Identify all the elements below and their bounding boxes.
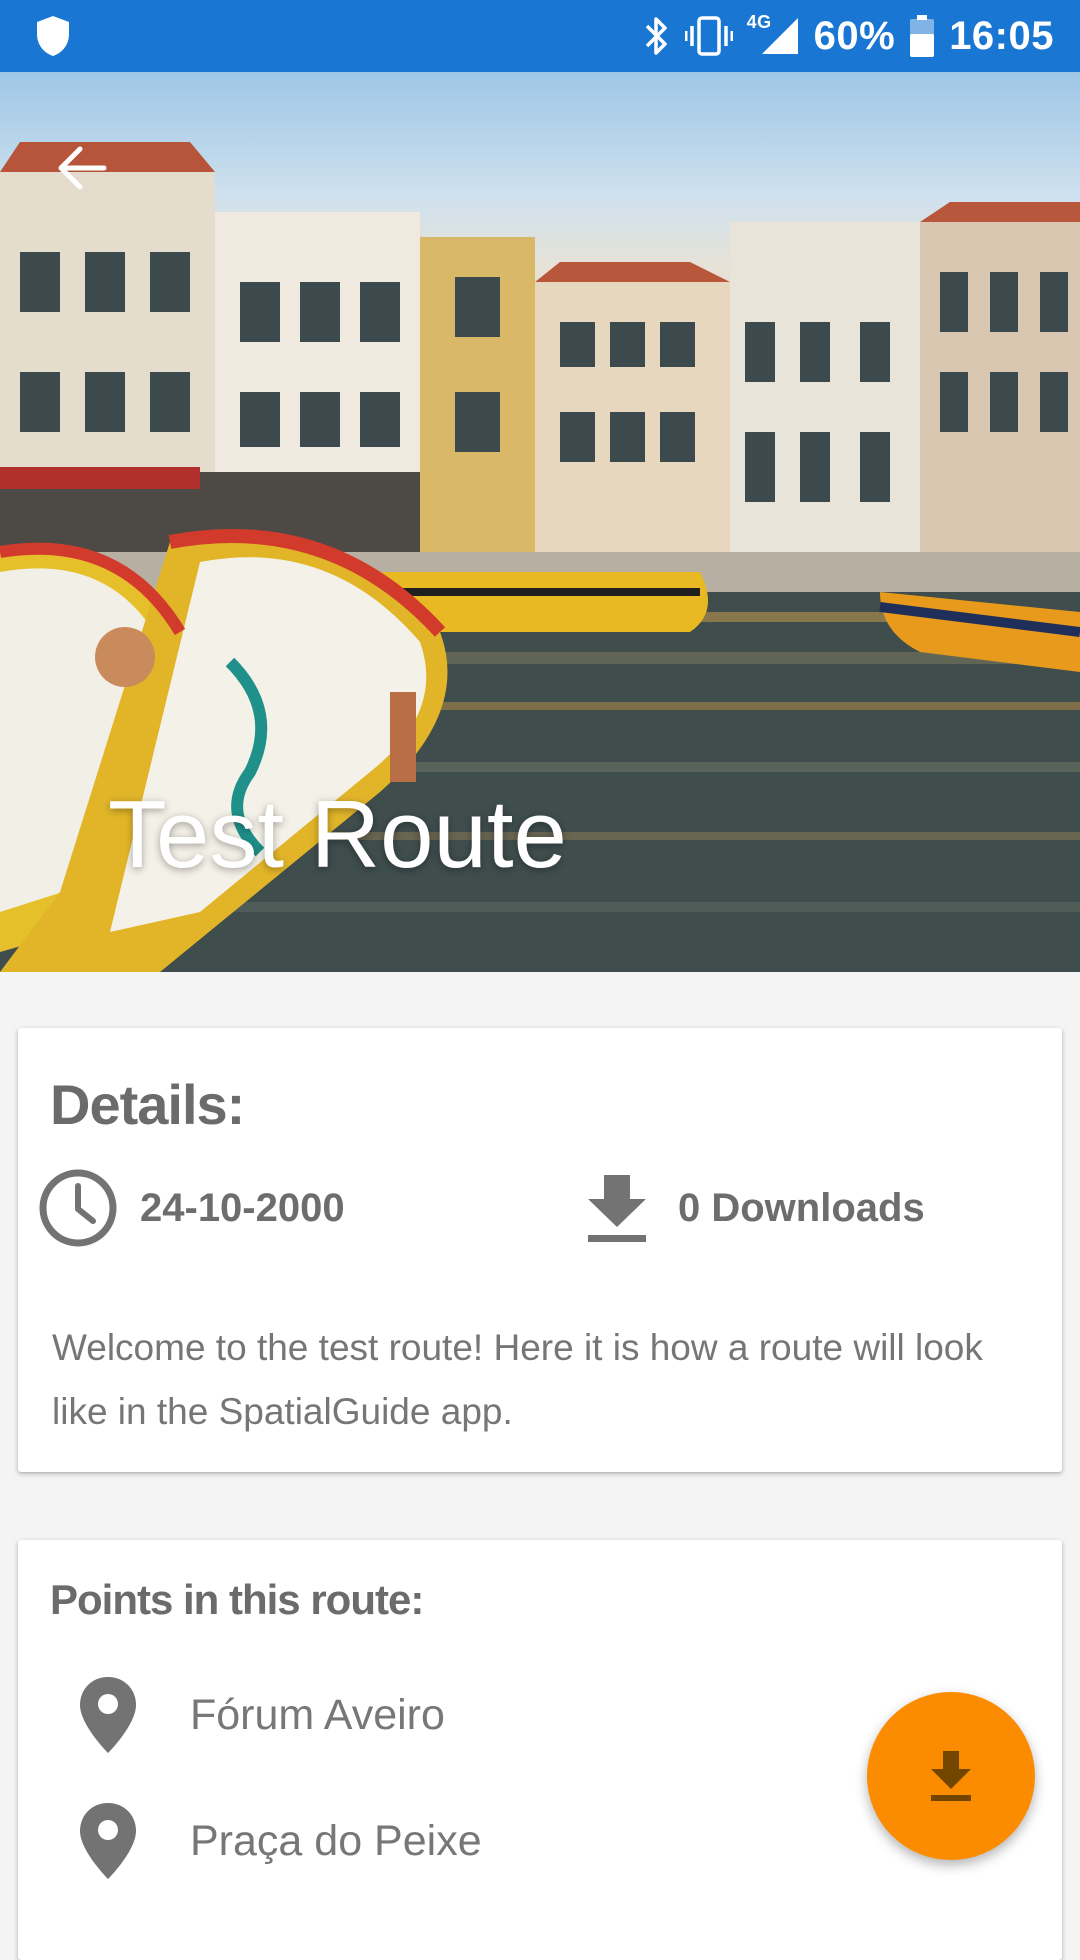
map-pin-icon	[80, 1677, 136, 1753]
details-card: Details: 24-10-2000 0 Downloads Welcome …	[18, 1028, 1062, 1472]
route-description: Welcome to the test route! Here it is ho…	[52, 1327, 983, 1432]
details-heading: Details:	[50, 1073, 245, 1136]
battery-icon	[909, 14, 935, 58]
point-label: Praça do Peixe	[190, 1816, 482, 1865]
download-fab-button[interactable]	[867, 1692, 1035, 1860]
status-bar: 4G 60% 16:05	[0, 0, 1080, 72]
download-icon	[931, 1751, 971, 1801]
shield-icon	[34, 14, 72, 63]
clock-icon	[39, 1169, 117, 1247]
point-item-forum-aveiro[interactable]: Fórum Aveiro	[78, 1670, 445, 1760]
hero-image: Test Route	[0, 72, 1080, 972]
point-label: Fórum Aveiro	[190, 1690, 445, 1739]
arrow-back-icon	[58, 146, 107, 190]
details-meta: 24-10-2000 0 Downloads	[38, 1168, 1042, 1248]
route-title: Test Route	[108, 781, 567, 888]
network-type: 4G	[746, 11, 772, 32]
date-info: 24-10-2000	[38, 1168, 345, 1248]
bluetooth-icon	[643, 14, 671, 58]
download-count: 0 Downloads	[678, 1185, 925, 1230]
back-button[interactable]	[44, 130, 120, 206]
points-heading: Points in this route:	[50, 1576, 424, 1623]
clock-time: 16:05	[949, 13, 1054, 58]
vibrate-icon	[684, 14, 733, 58]
battery-percent: 60%	[813, 13, 896, 58]
download-icon	[588, 1175, 646, 1242]
downloads-info: 0 Downloads	[586, 1168, 925, 1248]
map-pin-icon	[80, 1803, 136, 1879]
route-date: 24-10-2000	[140, 1185, 345, 1230]
point-item-praca-do-peixe[interactable]: Praça do Peixe	[78, 1796, 482, 1886]
